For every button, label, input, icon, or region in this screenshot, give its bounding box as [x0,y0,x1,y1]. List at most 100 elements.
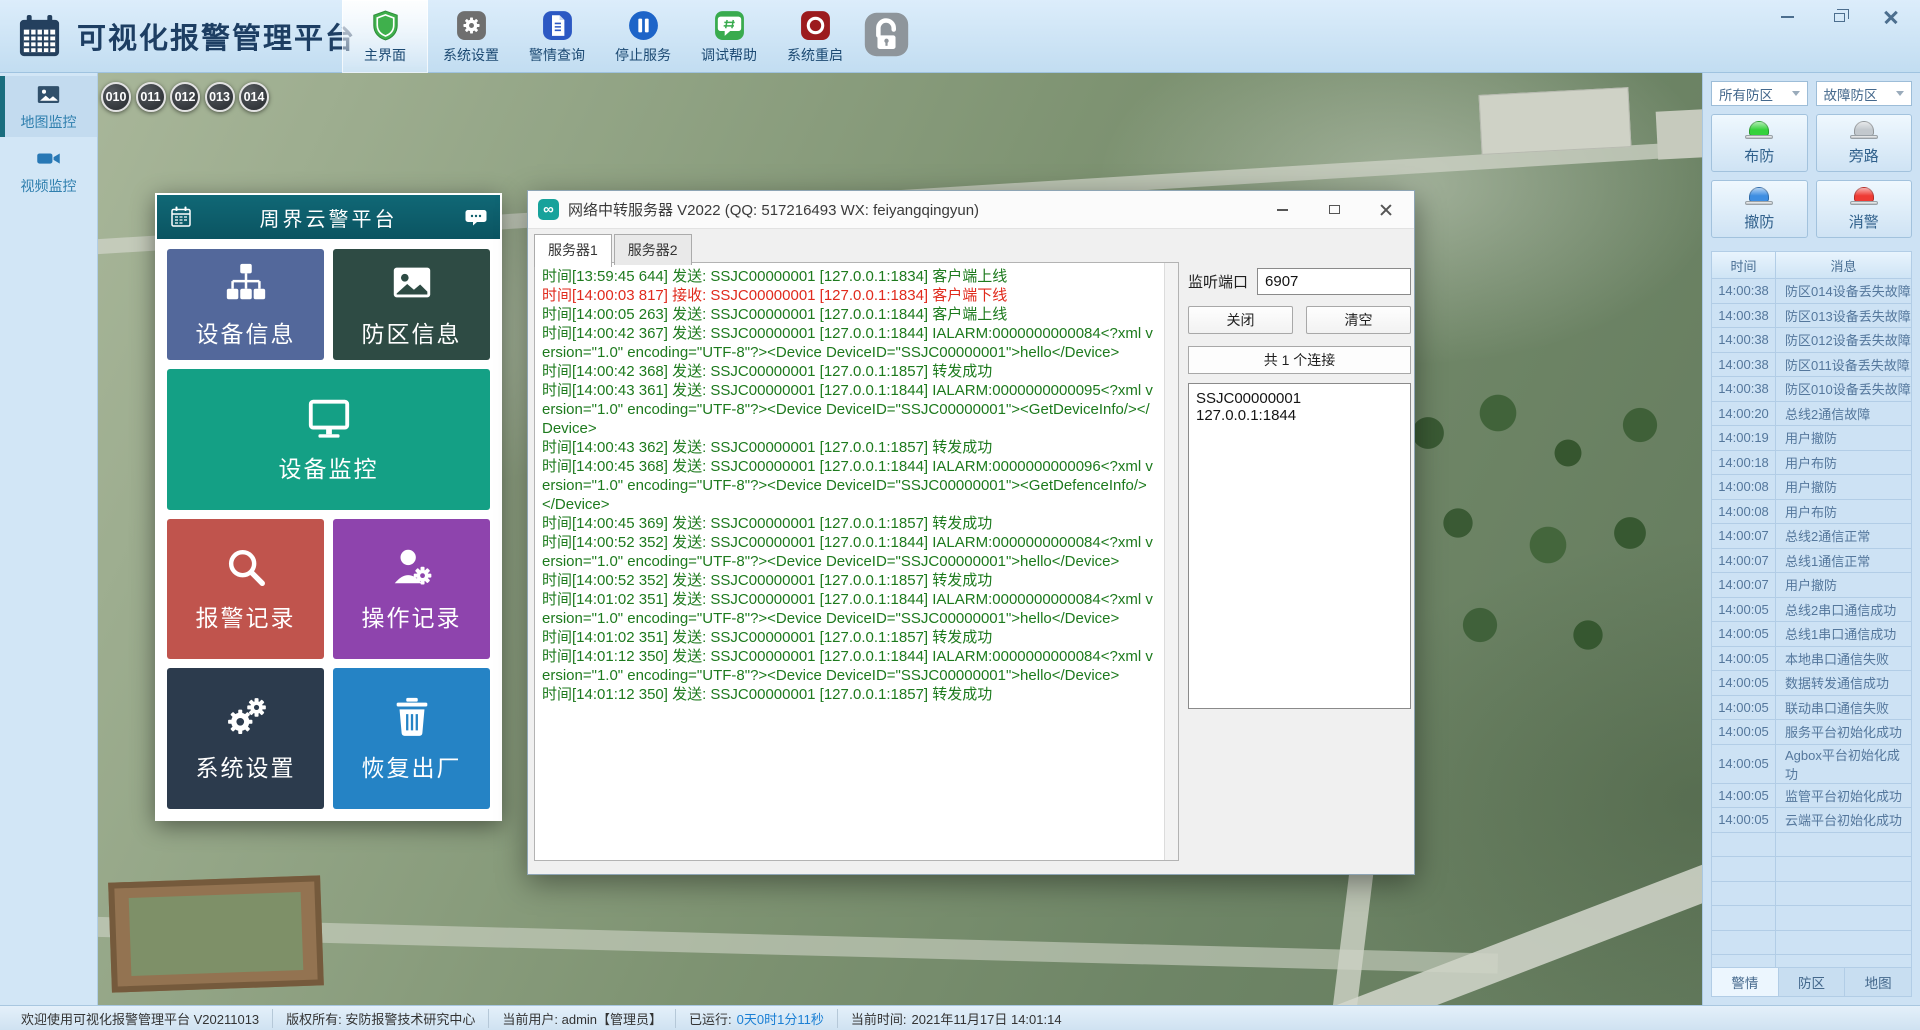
dialog-close-button[interactable] [1378,203,1394,217]
tile-device-monitor[interactable]: 设备监控 [167,369,490,510]
tab-server1[interactable]: 服务器1 [534,234,612,267]
map-marker[interactable]: 013 [204,82,235,112]
cell-message: 监管平台初始化成功 [1785,788,1903,804]
toolbar-item-stop-service[interactable]: 停止服务 [600,0,686,73]
cell-time [1712,857,1776,881]
panel-tab-map[interactable]: 地图 [1845,968,1912,996]
table-row[interactable]: 14:00:05 本地串口通信失败 [1712,646,1911,671]
tile-label: 恢复出厂 [361,755,462,782]
table-row[interactable]: 14:00:05 云端平台初始化成功 [1712,808,1911,833]
dialog-maximize-button[interactable] [1326,203,1342,217]
arm-button[interactable]: 布防 [1711,114,1808,172]
toolbar-item-alarm-query[interactable]: 警情查询 [514,0,600,73]
beacon-icon [1849,186,1878,208]
right-panel: 所有防区 故障防区 布防 旁路 撤防 消警 时间 消息 14:00:38 防区014设备丢失故… [1702,73,1920,1005]
table-row[interactable]: 14:00:05 总线1串口通信成功 [1712,622,1911,647]
chevron-down-icon [1896,91,1904,96]
table-row[interactable]: 14:00:20 总线2通信故障 [1712,401,1911,426]
map-marker[interactable]: 010 [101,82,131,112]
dialog-minimize-button[interactable] [1274,203,1290,217]
disarm-button[interactable]: 撤防 [1711,180,1808,238]
table-row[interactable]: 14:00:38 防区013设备丢失故障 [1712,303,1911,328]
tile-alarm-records[interactable]: 报警记录 [167,518,324,660]
toolbar-item-label: 主界面 [364,46,406,63]
table-row[interactable]: 14:00:07 总线1通信正常 [1712,548,1911,573]
tile-device-info[interactable]: 设备信息 [167,249,324,360]
toolbar-item-label: 系统重启 [787,46,843,63]
cell-time: 14:00:05 [1712,783,1776,807]
minimize-button[interactable] [1776,8,1798,26]
table-row[interactable]: 14:00:19 用户撤防 [1712,426,1911,451]
search-icon [223,544,269,590]
toolbar-item-settings[interactable]: 系统设置 [428,0,514,73]
log-line: 时间[14:00:03 817] 接收: SSJC00000001 [127.0… [542,287,1008,304]
server-log[interactable]: 时间[13:59:45 644] 发送: SSJC00000001 [127.0… [534,262,1179,861]
map-marker[interactable]: 014 [239,82,269,112]
tile-factory-reset[interactable]: 恢复出厂 [333,668,490,809]
right-panel-tabs: 警情 防区 地图 [1711,968,1912,997]
all-zones-select[interactable]: 所有防区 [1711,81,1808,106]
panel-tab-alarm[interactable]: 警情 [1712,968,1779,996]
table-row[interactable]: 14:00:05 Agbox平台初始化成功 [1712,744,1911,784]
tab-server2[interactable]: 服务器2 [613,234,692,265]
connection-list[interactable]: SSJC00000001 127.0.0.1:1844 [1188,383,1411,709]
action-label: 消警 [1848,213,1879,231]
close-server-button[interactable]: 关闭 [1188,306,1293,334]
table-row[interactable]: 14:00:05 服务平台初始化成功 [1712,720,1911,745]
toolbar-item-restart[interactable]: 系统重启 [772,0,858,73]
silence-button[interactable]: 消警 [1815,180,1912,238]
bypass-button[interactable]: 旁路 [1815,114,1912,172]
cell-message: 联动串口通信失败 [1785,700,1890,716]
table-row[interactable]: 14:00:07 总线2通信正常 [1712,524,1911,549]
toolbar-item-label: 警情查询 [529,46,585,63]
table-row[interactable]: 14:00:07 用户撤防 [1712,573,1911,598]
fault-zones-select[interactable]: 故障防区 [1815,81,1912,106]
tile-system-settings[interactable]: 系统设置 [167,668,324,809]
sidebar-item-video-monitor[interactable]: 视频监控 [0,140,97,201]
cell-time [1712,955,1776,967]
chevron-down-icon [1791,91,1800,96]
table-row[interactable]: 14:00:05 监管平台初始化成功 [1712,783,1911,808]
table-row[interactable]: 14:00:18 用户布防 [1712,450,1911,475]
panel-tab-zone[interactable]: 防区 [1778,968,1846,996]
pause-icon [627,9,660,42]
table-row[interactable]: 14:00:38 防区010设备丢失故障 [1712,377,1911,402]
table-header-row: 时间 消息 [1712,252,1911,279]
table-row[interactable]: 14:00:08 用户布防 [1712,499,1911,524]
status-user: 当前用户: admin【管理员】 [489,1008,677,1028]
table-row[interactable]: 14:00:38 防区014设备丢失故障 [1712,279,1911,304]
chat-dots-icon[interactable] [464,205,488,229]
close-button[interactable] [1880,8,1902,26]
table-row[interactable]: 14:00:05 总线2串口通信成功 [1712,597,1911,622]
cell-message: 用户撤防 [1785,431,1838,447]
document-icon [541,9,574,42]
table-row[interactable]: 14:00:05 联动串口通信失败 [1712,695,1911,720]
toolbar-item-label: 停止服务 [615,46,671,63]
tile-label: 操作记录 [361,605,462,632]
table-row[interactable]: 14:00:38 防区011设备丢失故障 [1712,352,1911,377]
map-marker[interactable]: 012 [170,82,200,112]
table-row[interactable]: 14:00:38 防区012设备丢失故障 [1712,328,1911,353]
toolbar-item-main[interactable]: 主界面 [342,0,428,73]
map-building [108,875,324,993]
unlock-icon[interactable] [863,11,910,58]
clear-log-button[interactable]: 清空 [1306,306,1411,334]
log-scrollbar[interactable] [1164,263,1178,860]
table-row[interactable]: 14:00:05 数据转发通信成功 [1712,671,1911,696]
log-line: 时间[14:00:05 263] 发送: SSJC00000001 [127.0… [542,306,1008,323]
tile-zone-info[interactable]: 防区信息 [333,249,490,360]
sidebar: 地图监控 视频监控 [0,73,98,1005]
connection-item[interactable]: SSJC00000001 127.0.0.1:1844 [1196,388,1403,426]
tile-operation-records[interactable]: 操作记录 [333,518,490,660]
restore-button[interactable] [1828,8,1850,26]
toolbar-item-debug-help[interactable]: 调试帮助 [686,0,772,73]
tile-label: 设备监控 [278,455,379,482]
cell-time [1712,930,1776,954]
sidebar-item-label: 视频监控 [20,178,77,194]
sidebar-item-map-monitor[interactable]: 地图监控 [0,76,97,137]
listen-port-input[interactable]: 6907 [1257,268,1411,295]
dialog-titlebar[interactable]: ∞ 网络中转服务器 V2022 (QQ: 517216493 WX: feiya… [528,191,1414,229]
table-row[interactable]: 14:00:08 用户撤防 [1712,475,1911,500]
map-marker[interactable]: 011 [135,82,166,112]
cell-message: 服务平台初始化成功 [1785,725,1903,741]
